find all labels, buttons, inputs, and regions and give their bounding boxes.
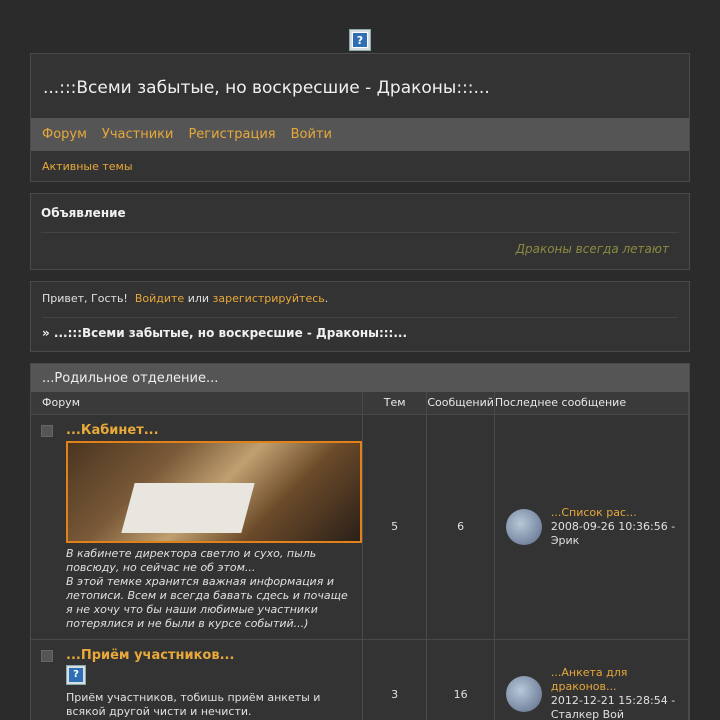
- welcome-line: Привет, Гость! Войдите или зарегистрируй…: [42, 292, 678, 305]
- sub-nav: Активные темы: [31, 151, 689, 182]
- table-row: ...Приём участников... ? Приём участнико…: [31, 639, 690, 720]
- nav-login[interactable]: Войти: [291, 127, 332, 142]
- greeting: Привет, Гость!: [42, 292, 128, 305]
- avatar: [505, 508, 542, 545]
- avatar: [505, 676, 542, 712]
- announcement-marquee: Драконы всегда летают: [515, 242, 669, 256]
- forum-cell: ...Приём участников... ? Приём участнико…: [31, 639, 363, 720]
- forum-status-icon: [41, 649, 53, 662]
- divider: [42, 317, 678, 318]
- forum-banner-image: [66, 440, 362, 543]
- category-title: ...Родильное отделение...: [31, 364, 689, 392]
- header-posts: Сообщений: [426, 392, 495, 415]
- nav-forum[interactable]: Форум: [42, 127, 87, 142]
- forum-link-cabinet[interactable]: ...Кабинет...: [66, 423, 159, 438]
- last-post-cell: ...Список рас... 2008-09-26 10:36:56 - Э…: [494, 414, 690, 640]
- header-image-placeholder-icon: ?: [349, 29, 371, 51]
- forum-description: Приём участников, тобишь приём анкеты и …: [66, 690, 321, 720]
- welcome-box: Привет, Гость! Войдите или зарегистрируй…: [30, 281, 690, 352]
- posts-count: 16: [426, 639, 495, 720]
- register-link[interactable]: зарегистрируйтесь: [213, 292, 325, 305]
- breadcrumb: » ...:::Всеми забытые, но воскресшие - Д…: [42, 326, 408, 340]
- last-post-link[interactable]: ...Список рас...: [551, 506, 637, 519]
- table-header-row: Форум Тем Сообщений Последнее сообщение: [31, 392, 690, 415]
- login-link[interactable]: Войдите: [135, 292, 184, 305]
- forum-link-reception[interactable]: ...Приём участников...: [66, 648, 234, 663]
- topics-count: 5: [362, 414, 428, 640]
- posts-count: 6: [426, 414, 495, 640]
- header-last-post: Последнее сообщение: [494, 392, 690, 415]
- main-nav: Форум Участники Регистрация Войти: [31, 118, 689, 151]
- forum-description: В кабинете директора светло и сухо, пыль…: [66, 546, 348, 630]
- divider: [41, 232, 679, 233]
- header-forum: Форум: [31, 392, 363, 415]
- site-header: ...:::Всеми забытые, но воскресшие - Дра…: [30, 53, 690, 182]
- forum-status-icon: [41, 424, 53, 437]
- forum-table: Форум Тем Сообщений Последнее сообщение …: [31, 392, 690, 720]
- or-text: или: [187, 292, 210, 305]
- last-post-meta: 2012-12-21 15:28:54 - Сталкер Вой: [550, 694, 676, 720]
- forum-cell: ...Кабинет... В кабинете директора светл…: [31, 414, 363, 640]
- topics-count: 3: [362, 639, 428, 720]
- announcement-title: Объявление: [41, 206, 126, 220]
- announcement-box: Объявление Драконы всегда летают: [30, 193, 690, 270]
- forum-category: ...Родильное отделение... Форум Тем Сооб…: [30, 363, 690, 720]
- dot-text: .: [324, 292, 329, 305]
- nav-members[interactable]: Участники: [102, 127, 174, 142]
- last-post-meta: 2008-09-26 10:36:56 - Эрик: [550, 519, 676, 547]
- active-topics-link[interactable]: Активные темы: [42, 160, 133, 173]
- last-post-cell: ...Анкета для драконов... 2012-12-21 15:…: [494, 639, 690, 720]
- placeholder-image-icon: ?: [66, 664, 86, 685]
- table-row: ...Кабинет... В кабинете директора светл…: [31, 414, 690, 640]
- site-title: ...:::Всеми забытые, но воскресшие - Дра…: [43, 78, 490, 98]
- header-topics: Тем: [362, 392, 428, 415]
- nav-register[interactable]: Регистрация: [188, 127, 275, 142]
- last-post-link[interactable]: ...Анкета для драконов...: [551, 666, 628, 693]
